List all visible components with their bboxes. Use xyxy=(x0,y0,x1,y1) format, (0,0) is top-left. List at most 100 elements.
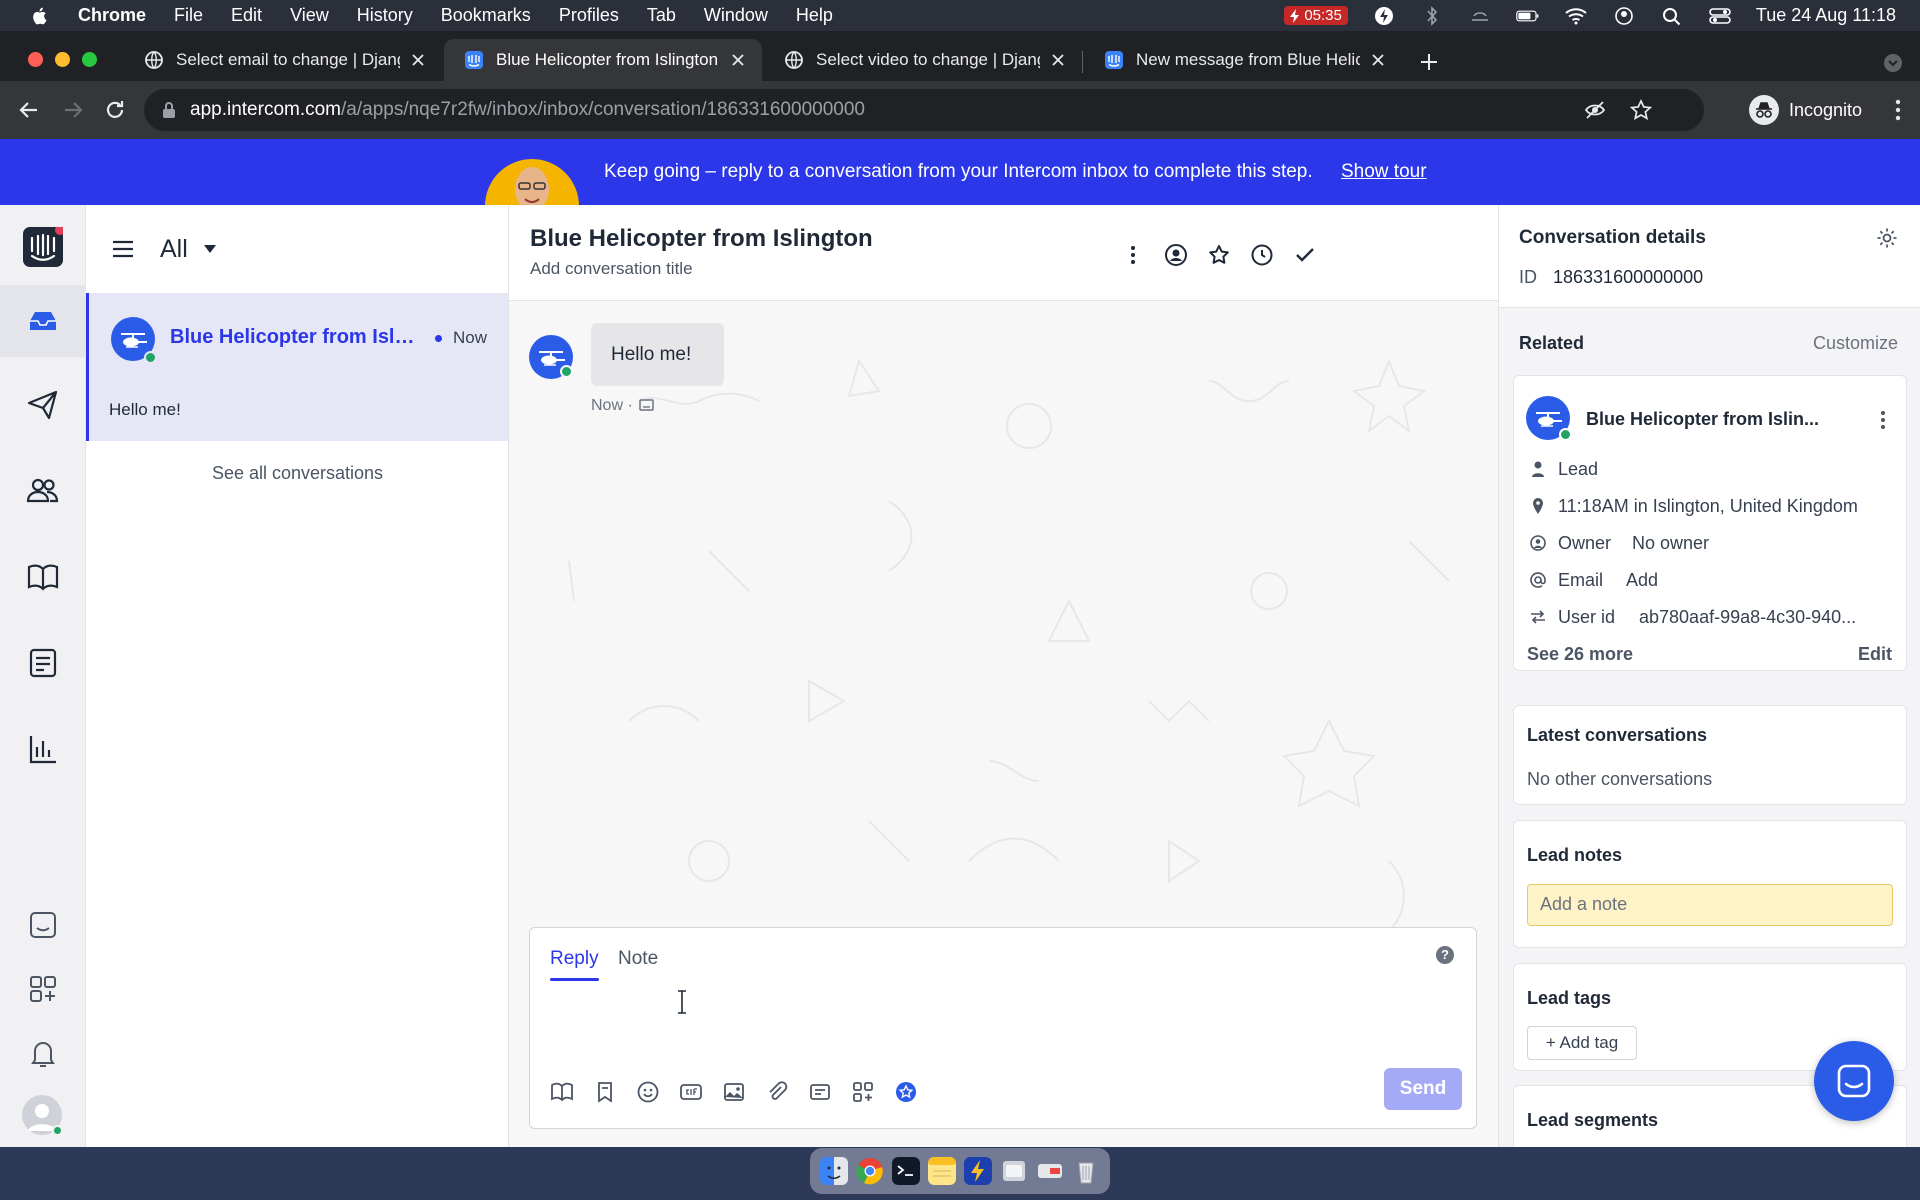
apps-insert-icon[interactable] xyxy=(851,1080,875,1104)
menu-view[interactable]: View xyxy=(290,5,329,26)
reload-icon[interactable] xyxy=(102,97,128,123)
gif-icon[interactable] xyxy=(679,1080,703,1104)
user-switch-icon[interactable] xyxy=(1612,6,1636,26)
bookmark-star-icon[interactable] xyxy=(1630,99,1652,121)
send-button[interactable]: Send xyxy=(1384,1068,1462,1110)
more-options-icon[interactable] xyxy=(1121,243,1145,267)
more-options-icon[interactable] xyxy=(1880,410,1886,430)
wifi-icon[interactable] xyxy=(1564,6,1588,26)
tab-intercom-conversation[interactable]: Blue Helicopter from Islington | xyxy=(444,39,762,81)
close-window-button[interactable] xyxy=(28,52,43,67)
user-id-value[interactable]: ab780aaf-99a8-4c30-940... xyxy=(1639,607,1856,628)
lock-icon[interactable] xyxy=(162,101,176,119)
bar-chart-icon[interactable] xyxy=(25,731,61,767)
see-more-link[interactable]: See 26 more xyxy=(1527,644,1633,665)
add-tag-button[interactable]: + Add tag xyxy=(1527,1026,1637,1060)
notes-icon[interactable] xyxy=(928,1157,956,1185)
clock-datetime[interactable]: Tue 24 Aug 11:18 xyxy=(1756,5,1896,26)
tab-note[interactable]: Note xyxy=(618,948,658,970)
tab-django-video[interactable]: Select video to change | Djang xyxy=(764,39,1082,81)
url-field[interactable]: app.intercom.com/a/apps/nqe7r2fw/inbox/i… xyxy=(144,89,1704,131)
finder-icon[interactable] xyxy=(820,1157,848,1185)
outbound-send-icon[interactable] xyxy=(25,387,61,423)
saved-reply-bookmark-icon[interactable] xyxy=(593,1080,617,1104)
menu-history[interactable]: History xyxy=(357,5,413,26)
knowledge-book-icon[interactable] xyxy=(550,1080,574,1104)
snooze-clock-icon[interactable] xyxy=(1250,243,1274,267)
close-conversation-check-icon[interactable] xyxy=(1293,243,1317,267)
image-icon[interactable] xyxy=(722,1080,746,1104)
reply-composer[interactable]: Reply Note ? Send xyxy=(529,927,1477,1129)
menu-help[interactable]: Help xyxy=(796,5,833,26)
emoji-icon[interactable] xyxy=(636,1080,660,1104)
latest-conversations-heading[interactable]: Latest conversations xyxy=(1527,725,1707,746)
preview-icon[interactable] xyxy=(1036,1157,1064,1185)
add-note-input[interactable]: Add a note xyxy=(1527,884,1893,926)
tab-reply[interactable]: Reply xyxy=(550,948,599,981)
lead-notes-heading[interactable]: Lead notes xyxy=(1527,845,1622,866)
intercom-logo-icon[interactable] xyxy=(23,227,63,267)
messenger-icon[interactable] xyxy=(25,907,61,943)
terminal-icon[interactable] xyxy=(892,1157,920,1185)
close-icon[interactable] xyxy=(730,52,746,68)
bluetooth-off-icon[interactable] xyxy=(1420,5,1444,26)
contacts-icon[interactable] xyxy=(25,473,61,509)
reports-doc-icon[interactable] xyxy=(25,645,61,681)
zoom-window-button[interactable] xyxy=(82,52,97,67)
edit-link[interactable]: Edit xyxy=(1858,644,1892,665)
apple-icon[interactable] xyxy=(30,6,50,26)
close-icon[interactable] xyxy=(410,52,426,68)
conversation-title[interactable]: Blue Helicopter from Islington xyxy=(530,225,873,253)
lead-segments-heading[interactable]: Lead segments xyxy=(1527,1110,1658,1131)
lead-tags-heading[interactable]: Lead tags xyxy=(1527,988,1611,1009)
ai-assist-badge-icon[interactable] xyxy=(894,1080,918,1104)
tab-search-chevron-icon[interactable] xyxy=(1884,54,1902,72)
assign-user-icon[interactable] xyxy=(1164,243,1188,267)
menu-tab[interactable]: Tab xyxy=(647,5,676,26)
menu-file[interactable]: File xyxy=(174,5,203,26)
chrome-icon[interactable] xyxy=(856,1157,884,1185)
chevron-down-icon[interactable] xyxy=(203,245,216,253)
help-icon[interactable]: ? xyxy=(1436,946,1454,964)
article-card-icon[interactable] xyxy=(808,1080,832,1104)
lightning-icon[interactable] xyxy=(1372,6,1396,26)
battery-icon[interactable] xyxy=(1516,6,1540,26)
files-icon[interactable] xyxy=(1000,1157,1028,1185)
cloud-icon[interactable] xyxy=(1468,6,1492,26)
spotlight-search-icon[interactable] xyxy=(1660,6,1684,26)
menu-window[interactable]: Window xyxy=(704,5,768,26)
hamburger-menu-icon[interactable] xyxy=(112,240,134,258)
conversation-list-item[interactable]: Blue Helicopter from Islin... Now Hello … xyxy=(86,293,508,441)
control-center-icon[interactable] xyxy=(1708,6,1732,26)
bolt-app-icon[interactable] xyxy=(964,1157,992,1185)
customize-link[interactable]: Customize xyxy=(1813,333,1898,354)
menu-edit[interactable]: Edit xyxy=(231,5,262,26)
battery-timer[interactable]: 05:35 xyxy=(1284,6,1348,25)
close-icon[interactable] xyxy=(1370,52,1386,68)
gear-icon[interactable] xyxy=(1876,227,1898,249)
show-tour-link[interactable]: Show tour xyxy=(1341,161,1427,183)
close-icon[interactable] xyxy=(1050,52,1066,68)
inbox-filter-dropdown[interactable]: All xyxy=(160,235,188,264)
minimize-window-button[interactable] xyxy=(55,52,70,67)
incognito-indicator[interactable]: Incognito xyxy=(1748,95,1862,125)
messenger-launcher-button[interactable] xyxy=(1814,1041,1894,1121)
menu-profiles[interactable]: Profiles xyxy=(559,5,619,26)
menu-bookmarks[interactable]: Bookmarks xyxy=(441,5,531,26)
eye-slash-icon[interactable] xyxy=(1584,99,1606,121)
owner-value[interactable]: No owner xyxy=(1632,533,1709,554)
notifications-bell-icon[interactable] xyxy=(25,1035,61,1071)
inbox-icon[interactable] xyxy=(25,303,61,339)
email-add-value[interactable]: Add xyxy=(1626,570,1658,591)
forward-arrow-icon[interactable] xyxy=(60,97,86,123)
trash-icon[interactable] xyxy=(1072,1157,1100,1185)
kebab-menu-icon[interactable] xyxy=(1894,99,1902,121)
articles-book-icon[interactable] xyxy=(25,559,61,595)
user-avatar[interactable] xyxy=(22,1095,63,1136)
tab-intercom-new-message[interactable]: New message from Blue Helic xyxy=(1084,39,1402,81)
seen-status-icon[interactable] xyxy=(639,399,655,413)
add-conversation-title[interactable]: Add conversation title xyxy=(530,259,693,279)
contact-name[interactable]: Blue Helicopter from Islin... xyxy=(1586,409,1819,430)
menu-app-name[interactable]: Chrome xyxy=(78,5,146,26)
apps-grid-icon[interactable] xyxy=(25,971,61,1007)
